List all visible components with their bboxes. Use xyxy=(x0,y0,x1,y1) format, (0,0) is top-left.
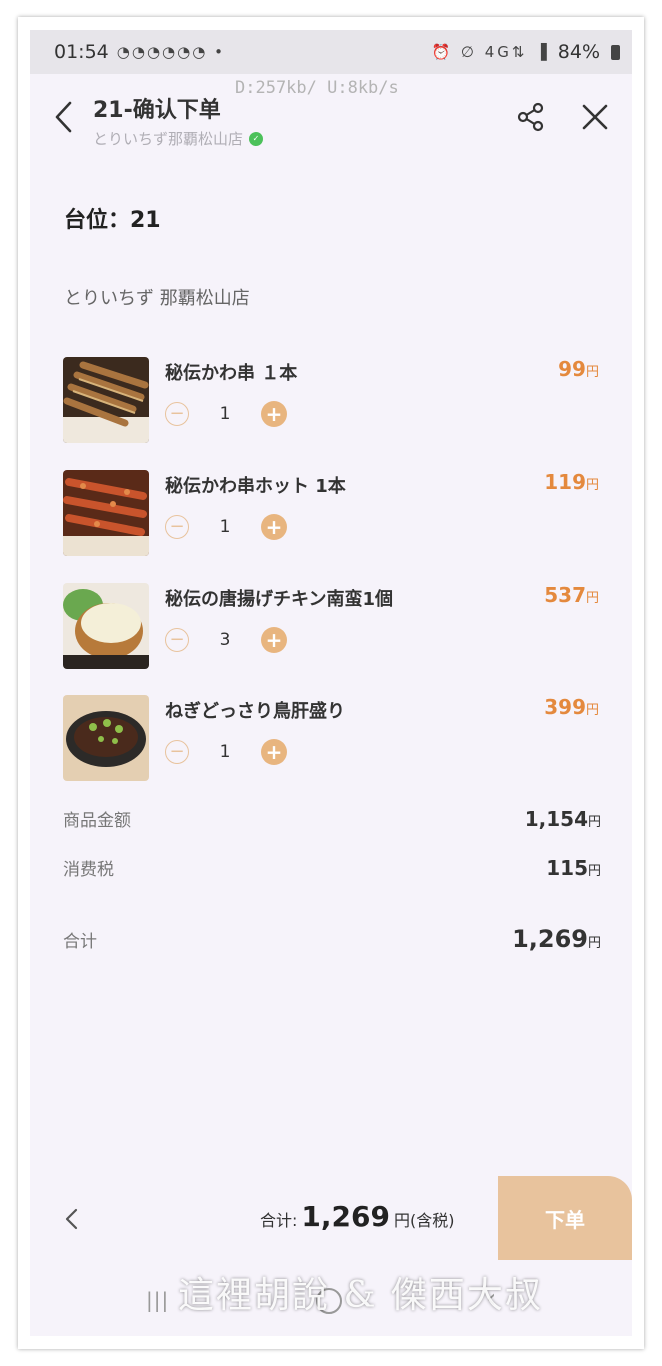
item-thumbnail xyxy=(63,695,149,781)
price-value: 99 xyxy=(558,357,586,381)
item-name: ねぎどっさり鳥肝盛り xyxy=(165,701,345,722)
total-value: 1,269円 xyxy=(512,925,601,953)
quantity-value: 3 xyxy=(219,630,231,650)
quantity-value: 1 xyxy=(219,742,231,762)
tax-amount: 115 xyxy=(546,856,588,880)
subtotal-amount: 1,154 xyxy=(524,807,588,831)
item-thumbnail xyxy=(63,357,149,443)
quantity-stepper: − 1 + xyxy=(165,401,287,427)
back-button[interactable] xyxy=(48,96,80,138)
minus-icon: − xyxy=(169,516,185,537)
order-item: ねぎどっさり鳥肝盛り 399円 − 1 + xyxy=(63,695,603,785)
total-currency: 円 xyxy=(587,936,601,951)
item-price: 99円 xyxy=(558,357,599,381)
increase-button[interactable]: + xyxy=(261,739,287,765)
watermark-text: 這裡胡說 & 傑西大叔 xyxy=(178,1275,543,1316)
order-item: 秘伝の唐揚げチキン南蛮1個 537円 − 3 + xyxy=(63,583,603,673)
tax-label: 消费税 xyxy=(63,860,114,880)
network-speed: D:257kb/ U:8kb/s xyxy=(235,78,399,98)
page-title: 21-确认下单 xyxy=(93,98,221,123)
bottom-bar: 合计: 1,269 円(含税) 下单 xyxy=(30,1176,632,1260)
page-subtitle: とりいちず那覇松山店 ✓ xyxy=(93,128,264,149)
share-icon xyxy=(517,102,544,132)
price-currency: 円 xyxy=(585,478,599,493)
recent-apps-button[interactable]: ||| xyxy=(146,1288,169,1312)
plus-icon: + xyxy=(265,515,283,539)
increase-button[interactable]: + xyxy=(261,401,287,427)
bottom-total: 合计: 1,269 円(含税) xyxy=(260,1200,454,1233)
increase-button[interactable]: + xyxy=(261,627,287,653)
header: 21-确认下单 D:257kb/ U:8kb/s とりいちず那覇松山店 ✓ xyxy=(30,74,632,164)
decrease-button[interactable]: − xyxy=(165,740,189,764)
quantity-stepper: − 1 + xyxy=(165,514,287,540)
table-number: 台位：21 xyxy=(64,208,161,233)
close-icon xyxy=(582,104,608,130)
tax-row: 消费税 115円 xyxy=(63,855,601,880)
total-row: 合计 1,269円 xyxy=(63,925,601,953)
order-item: 秘伝かわ串ホット 1本 119円 − 1 + xyxy=(63,470,603,560)
price-value: 119 xyxy=(544,470,586,494)
item-name: 秘伝かわ串 １本 xyxy=(165,363,298,384)
decrease-button[interactable]: − xyxy=(165,515,189,539)
status-right: ⏰ ∅ 4G⇅ ▐ 84% xyxy=(431,41,620,63)
minus-icon: − xyxy=(169,629,185,650)
shop-name: とりいちず 那覇松山店 xyxy=(64,288,250,309)
subtotal-label: 商品金额 xyxy=(63,811,131,831)
quantity-value: 1 xyxy=(219,517,231,537)
minus-icon: − xyxy=(169,403,185,424)
quantity-value: 1 xyxy=(219,404,231,424)
minus-icon: − xyxy=(169,741,185,762)
bottom-total-prefix: 合计: xyxy=(260,1211,298,1230)
status-left: 01:54 ◔◔◔◔◔◔ • xyxy=(54,41,225,63)
price-currency: 円 xyxy=(585,365,599,380)
subtotal-currency: 円 xyxy=(587,815,601,830)
notification-icons: ◔◔◔◔◔◔ • xyxy=(116,43,225,61)
bottom-back-button[interactable] xyxy=(58,1202,88,1236)
tax-currency: 円 xyxy=(587,864,601,879)
decrease-button[interactable]: − xyxy=(165,402,189,426)
total-label: 合计 xyxy=(63,932,97,952)
item-thumbnail xyxy=(63,470,149,556)
chevron-left-icon xyxy=(65,1208,78,1230)
bottom-total-amount: 1,269 xyxy=(301,1200,390,1233)
quantity-stepper: − 1 + xyxy=(165,739,287,765)
plus-icon: + xyxy=(265,628,283,652)
battery-icon xyxy=(611,44,620,60)
price-value: 399 xyxy=(544,695,586,719)
price-value: 537 xyxy=(544,583,586,607)
total-amount: 1,269 xyxy=(512,925,588,953)
phone-screen: 01:54 ◔◔◔◔◔◔ • ⏰ ∅ 4G⇅ ▐ 84% 21-确认下单 D:2… xyxy=(30,30,632,1336)
item-price: 537円 xyxy=(544,583,599,607)
system-icons: ⏰ ∅ 4G⇅ ▐ xyxy=(431,43,550,61)
item-name: 秘伝の唐揚げチキン南蛮1個 xyxy=(165,589,393,610)
quantity-stepper: − 3 + xyxy=(165,627,287,653)
item-price: 119円 xyxy=(544,470,599,494)
subtotal-value: 1,154円 xyxy=(525,807,601,831)
plus-icon: + xyxy=(265,740,283,764)
subtotal-row: 商品金额 1,154円 xyxy=(63,806,601,831)
back-icon xyxy=(55,101,72,133)
share-button[interactable] xyxy=(514,100,548,134)
verified-icon: ✓ xyxy=(249,131,264,146)
item-price: 399円 xyxy=(544,695,599,719)
place-order-label: 下单 xyxy=(545,1207,585,1232)
plus-icon: + xyxy=(265,402,283,426)
increase-button[interactable]: + xyxy=(261,514,287,540)
subtitle-text: とりいちず那覇松山店 xyxy=(93,130,244,148)
order-item: 秘伝かわ串 １本 99円 − 1 + xyxy=(63,357,603,447)
item-thumbnail xyxy=(63,583,149,669)
status-time: 01:54 xyxy=(54,41,109,63)
close-button[interactable] xyxy=(578,100,612,134)
bottom-total-suffix: 円(含税) xyxy=(393,1211,455,1230)
price-currency: 円 xyxy=(585,591,599,606)
price-currency: 円 xyxy=(585,703,599,718)
place-order-button[interactable]: 下单 xyxy=(498,1176,632,1260)
item-name: 秘伝かわ串ホット 1本 xyxy=(165,476,346,497)
battery-level: 84% xyxy=(557,41,600,63)
decrease-button[interactable]: − xyxy=(165,628,189,652)
tax-value: 115円 xyxy=(546,856,601,880)
status-bar: 01:54 ◔◔◔◔◔◔ • ⏰ ∅ 4G⇅ ▐ 84% xyxy=(30,30,632,74)
